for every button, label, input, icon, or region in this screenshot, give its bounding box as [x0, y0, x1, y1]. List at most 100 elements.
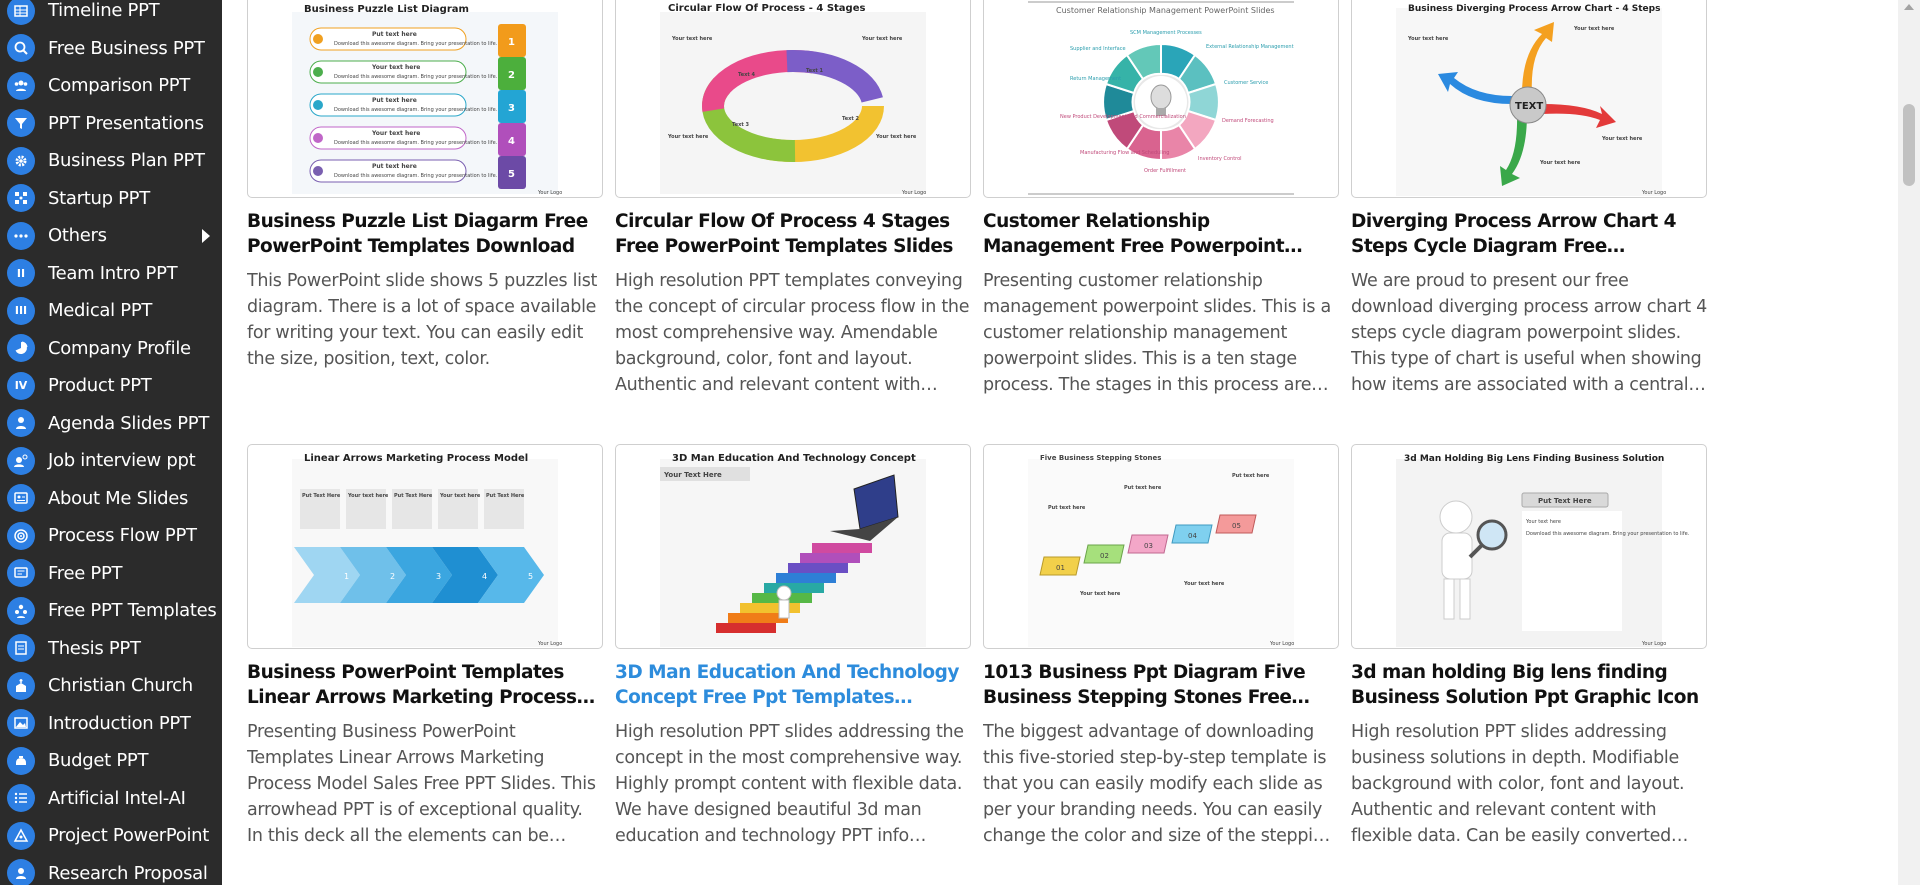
sidebar-item-team-intro-ppt[interactable]: II Team Intro PPT [0, 255, 222, 293]
sidebar-item-label: Process Flow PPT [48, 525, 197, 547]
sidebar-item-job-interview-ppt[interactable]: Job interview ppt [0, 442, 222, 480]
svg-text:Your text here: Your text here [439, 493, 481, 499]
svg-text:Demand Forecasting: Demand Forecasting [1222, 118, 1274, 124]
sidebar-item-artificial-intel-ai[interactable]: Artificial Intel-AI [0, 780, 222, 818]
circular-flow-diagram: Circular Flow Of Process - 4 Stages Text… [660, 3, 926, 196]
sidebar-item-label: Thesis PPT [48, 637, 141, 659]
diverging-arrow-diagram: Business Diverging Process Arrow Chart -… [1396, 4, 1666, 196]
svg-text:Circular Flow Of Process - 4 S: Circular Flow Of Process - 4 Stages [668, 3, 865, 14]
sidebar-item-label: Artificial Intel-AI [48, 787, 186, 809]
template-card[interactable]: 3D Man Education And Technology Concept … [615, 444, 971, 849]
svg-text:External Relationship Manageme: External Relationship Management [1206, 44, 1294, 50]
sidebar-item-others[interactable]: Others [0, 217, 222, 255]
template-card[interactable]: Linear Arrows Marketing Process Model Pu… [247, 444, 603, 849]
svg-text:Customer Relationship Manageme: Customer Relationship Management PowerPo… [1056, 6, 1275, 15]
svg-text:Your Logo: Your Logo [901, 190, 926, 196]
sidebar-item-company-profile[interactable]: Company Profile [0, 330, 222, 368]
svg-text:Put text here: Put text here [1232, 473, 1270, 479]
sidebar-item-label: Free Business PPT [48, 37, 205, 59]
svg-text:Download this awesome diagram.: Download this awesome diagram. Bring you… [334, 140, 498, 146]
card-thumbnail[interactable]: Business Puzzle List Diagram Put text he… [247, 0, 603, 198]
sidebar-item-ppt-presentations[interactable]: PPT Presentations [0, 105, 222, 143]
svg-text:4: 4 [482, 572, 487, 581]
svg-text:Your text here: Your text here [1601, 136, 1643, 142]
card-thumbnail[interactable]: Five Business Stepping Stones 01 02 03 0… [983, 444, 1339, 649]
card-thumbnail[interactable]: Circular Flow Of Process - 4 Stages Text… [615, 0, 971, 198]
svg-text:Your text here: Your text here [1525, 519, 1561, 525]
idea-user-icon [7, 446, 35, 475]
sidebar-item-process-flow-ppt[interactable]: Process Flow PPT [0, 517, 222, 555]
card-title[interactable]: Business Puzzle List Diagarm Free PowerP… [247, 210, 603, 259]
card-description: The biggest advantage of downloading thi… [983, 722, 1335, 846]
svg-text:Put text here: Put text here [372, 97, 417, 104]
sidebar-item-free-ppt[interactable]: Free PPT [0, 555, 222, 593]
scroll-up-arrow-icon[interactable] [1904, 4, 1914, 10]
sidebar-item-thesis-ppt[interactable]: Thesis PPT [0, 630, 222, 668]
card-title[interactable]: Diverging Process Arrow Chart 4 Steps Cy… [1351, 210, 1707, 259]
sidebar-item-label: Business Plan PPT [48, 150, 205, 172]
card-title[interactable]: Circular Flow Of Process 4 Stages Free P… [615, 210, 971, 259]
page-scrollbar[interactable] [1898, 0, 1920, 885]
roman-iv-icon: IV [7, 371, 35, 400]
svg-text:Put text here: Put text here [372, 163, 417, 170]
svg-text:Put text here: Put text here [1124, 485, 1162, 491]
svg-text:Five Business Stepping Stones: Five Business Stepping Stones [1040, 454, 1161, 462]
sidebar-item-product-ppt[interactable]: IV Product PPT [0, 367, 222, 405]
sidebar-item-project-powerpoint[interactable]: Project PowerPoint [0, 817, 222, 855]
svg-text:04: 04 [1188, 532, 1197, 540]
card-title[interactable]: 3D Man Education And Technology Concept … [615, 661, 971, 710]
card-thumbnail[interactable]: Customer Relationship Management PowerPo… [983, 0, 1339, 198]
card-description: Presenting Business PowerPoint Templates… [247, 722, 596, 846]
roman-iii-icon: III [7, 296, 35, 325]
sidebar-item-research-proposal[interactable]: Research Proposal [0, 855, 222, 885]
svg-text:Download this awesome diagram.: Download this awesome diagram. Bring you… [334, 173, 498, 179]
sidebar-list: Timeline PPT Free Business PPT Comparison … [0, 0, 222, 885]
sidebar-item-label: Agenda Slides PPT [48, 412, 210, 434]
sidebar-item-free-ppt-templates[interactable]: Free PPT Templates [0, 592, 222, 630]
sidebar-item-agenda-slides-ppt[interactable]: Agenda Slides PPT [0, 405, 222, 443]
svg-text:Put text here: Put text here [372, 31, 417, 38]
list-icon [7, 784, 35, 813]
scrollbar-thumb[interactable] [1903, 104, 1915, 186]
template-card[interactable]: Business Diverging Process Arrow Chart -… [1351, 0, 1707, 398]
sidebar-item-introduction-ppt[interactable]: Introduction PPT [0, 705, 222, 743]
template-card[interactable]: Circular Flow Of Process - 4 Stages Text… [615, 0, 971, 398]
card-thumbnail[interactable]: 3d Man Holding Big Lens Finding Business… [1351, 444, 1707, 649]
template-card[interactable]: Customer Relationship Management PowerPo… [983, 0, 1339, 398]
svg-text:Download this awesome diagram.: Download this awesome diagram. Bring you… [334, 107, 498, 113]
svg-text:3: 3 [508, 103, 515, 114]
svg-text:Your text here: Your text here [861, 36, 903, 42]
sidebar-item-about-me-slides[interactable]: About Me Slides [0, 480, 222, 518]
template-card[interactable]: Five Business Stepping Stones 01 02 03 0… [983, 444, 1339, 849]
sidebar-item-christian-church[interactable]: Christian Church [0, 667, 222, 705]
sidebar-item-free-business-ppt[interactable]: Free Business PPT [0, 30, 222, 68]
svg-text:SCM Management Processes: SCM Management Processes [1130, 30, 1202, 36]
template-card[interactable]: Business Puzzle List Diagram Put text he… [247, 0, 603, 398]
table-icon [7, 0, 35, 25]
sidebar-item-label: Medical PPT [48, 300, 153, 322]
sidebar-item-timeline-ppt[interactable]: Timeline PPT [0, 0, 222, 30]
svg-text:Inventory Control: Inventory Control [1198, 156, 1242, 162]
sidebar-item-startup-ppt[interactable]: Startup PPT [0, 180, 222, 218]
sidebar-item-business-plan-ppt[interactable]: Business Plan PPT [0, 142, 222, 180]
card-title[interactable]: 1013 Business Ppt Diagram Five Business … [983, 661, 1339, 710]
sidebar-item-budget-ppt[interactable]: Budget PPT [0, 742, 222, 780]
svg-text:Your text here: Your text here [371, 130, 420, 137]
sidebar-item-medical-ppt[interactable]: III Medical PPT [0, 292, 222, 330]
sidebar-item-comparison-ppt[interactable]: Comparison PPT [0, 67, 222, 105]
image-icon [7, 709, 35, 738]
card-thumbnail[interactable]: 3D Man Education And Technology Concept … [615, 444, 971, 649]
svg-text:Business Diverging Process Arr: Business Diverging Process Arrow Chart -… [1408, 4, 1660, 14]
sidebar-item-label: Free PPT Templates [48, 600, 217, 622]
svg-text:Order Fulfillment: Order Fulfillment [1144, 168, 1186, 174]
church-icon [7, 671, 35, 700]
svg-text:3: 3 [436, 572, 441, 581]
template-card[interactable]: 3d Man Holding Big Lens Finding Business… [1351, 444, 1707, 849]
card-title[interactable]: Business PowerPoint Templates Linear Arr… [247, 661, 603, 710]
card-title[interactable]: 3d man holding Big lens finding Business… [1351, 661, 1707, 710]
crm-cycle-diagram: Customer Relationship Management PowerPo… [1028, 1, 1294, 195]
sidebar-item-label: Job interview ppt [48, 450, 196, 472]
card-title[interactable]: Customer Relationship Management Free Po… [983, 210, 1339, 259]
card-thumbnail[interactable]: Business Diverging Process Arrow Chart -… [1351, 0, 1707, 198]
card-thumbnail[interactable]: Linear Arrows Marketing Process Model Pu… [247, 444, 603, 649]
